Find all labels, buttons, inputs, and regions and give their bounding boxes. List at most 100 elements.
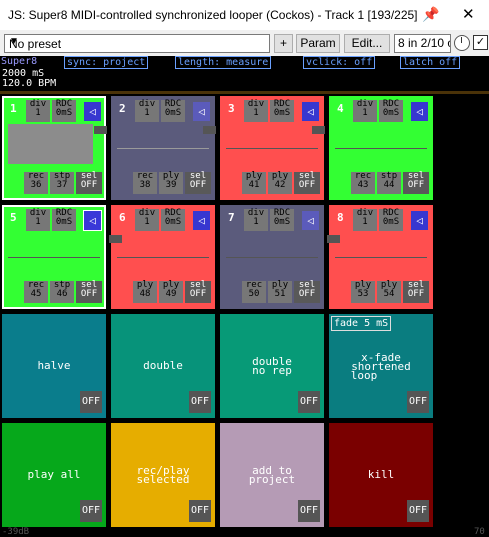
double-no-rep-button[interactable]: double no rep OFF: [220, 314, 324, 418]
track-4-pad[interactable]: 4 div 1 RDC 0mS ◁ rec 43 stp 44 sel OFF: [329, 96, 433, 200]
rec-note[interactable]: rec 43: [351, 172, 375, 194]
speaker-icon[interactable]: ◁: [193, 211, 210, 230]
play-note[interactable]: ply 54: [377, 281, 401, 303]
div-control[interactable]: div 1: [135, 100, 159, 122]
track-2-pad[interactable]: 2 div 1 RDC 0mS ◁ rec 38 ply 39 sel OFF: [111, 96, 216, 200]
double-no-rep-off-toggle[interactable]: OFF: [298, 391, 320, 413]
double-button[interactable]: double OFF: [111, 314, 215, 418]
pin-icon[interactable]: 📌: [422, 6, 439, 23]
io-routing-button[interactable]: 8 in 2/10 out: [394, 34, 451, 53]
rdc-control[interactable]: RDC 0mS: [52, 100, 76, 122]
waveform: [117, 257, 209, 258]
chevron-down-icon: ▼: [9, 36, 19, 47]
track-7-pad[interactable]: 7 div 1 RDC 0mS ◁ rec 50 ply 51 sel OFF: [220, 205, 324, 309]
loop-end-marker[interactable]: [94, 126, 107, 134]
select-toggle[interactable]: sel OFF: [294, 172, 320, 194]
speaker-icon[interactable]: ◁: [411, 211, 428, 230]
rdc-control[interactable]: RDC 0mS: [270, 209, 294, 231]
loop-start-marker[interactable]: [109, 235, 122, 243]
stop-note[interactable]: stp 44: [377, 172, 401, 194]
track-5-pad[interactable]: 5 div 1 RDC 0mS ◁ rec 45 stp 46 sel OFF: [2, 205, 106, 309]
track-number: 6: [119, 211, 126, 224]
preset-dropdown[interactable]: No preset ▼: [4, 34, 270, 53]
play-all-button[interactable]: play all OFF: [2, 423, 106, 527]
select-toggle[interactable]: sel OFF: [76, 281, 102, 303]
div-control[interactable]: div 1: [244, 209, 268, 231]
play-all-off-toggle[interactable]: OFF: [80, 500, 102, 522]
edit-button[interactable]: Edit...: [344, 34, 390, 53]
speaker-icon[interactable]: ◁: [83, 210, 102, 231]
fade-time-field[interactable]: fade 5 mS: [331, 316, 392, 331]
rdc-control[interactable]: RDC 0mS: [379, 209, 403, 231]
rec-play-off-toggle[interactable]: OFF: [189, 500, 211, 522]
select-toggle[interactable]: sel OFF: [185, 172, 211, 194]
play-note[interactable]: ply 53: [351, 281, 375, 303]
stop-note[interactable]: stp 37: [50, 172, 74, 194]
track-6-pad[interactable]: 6 div 1 RDC 0mS ◁ ply 48 ply 49 sel OFF: [109, 205, 215, 309]
div-control[interactable]: div 1: [135, 209, 159, 231]
div-control[interactable]: div 1: [353, 209, 377, 231]
stop-note[interactable]: stp 46: [50, 281, 74, 303]
play-note[interactable]: ply 42: [268, 172, 292, 194]
loop-end-marker[interactable]: [312, 126, 325, 134]
rdc-control[interactable]: RDC 0mS: [270, 100, 294, 122]
bypass-checkbox[interactable]: ✓: [473, 35, 488, 50]
track-8-pad[interactable]: 8 div 1 RDC 0mS ◁ ply 53 ply 54 sel OFF: [327, 205, 433, 309]
select-toggle[interactable]: sel OFF: [185, 281, 211, 303]
loop-end-marker[interactable]: [203, 126, 216, 134]
play-note[interactable]: ply 51: [268, 281, 292, 303]
waveform: [8, 124, 93, 164]
select-toggle[interactable]: sel OFF: [403, 281, 429, 303]
rec-note[interactable]: rec 50: [242, 281, 266, 303]
play-note[interactable]: ply 49: [159, 281, 183, 303]
rec-note[interactable]: rec 38: [133, 172, 157, 194]
close-icon[interactable]: ✕: [462, 5, 475, 23]
halve-button[interactable]: halve OFF: [2, 314, 106, 418]
speaker-icon[interactable]: ◁: [302, 102, 319, 121]
rec-note[interactable]: rec 36: [24, 172, 48, 194]
kill-off-toggle[interactable]: OFF: [407, 500, 429, 522]
div-control[interactable]: div 1: [26, 100, 50, 122]
div-control[interactable]: div 1: [353, 100, 377, 122]
kill-button[interactable]: kill OFF: [329, 423, 433, 527]
speaker-icon[interactable]: ◁: [411, 102, 428, 121]
sync-toggle[interactable]: sync: project: [64, 56, 149, 69]
param-button[interactable]: Param: [296, 34, 340, 53]
latch-toggle[interactable]: latch off: [400, 56, 461, 69]
speaker-icon[interactable]: ◁: [84, 102, 101, 121]
length-toggle[interactable]: length: measure: [175, 56, 272, 69]
loop-start-marker[interactable]: [327, 235, 340, 243]
double-off-toggle[interactable]: OFF: [189, 391, 211, 413]
select-toggle[interactable]: sel OFF: [403, 172, 429, 194]
div-control[interactable]: div 1: [26, 209, 50, 231]
select-toggle[interactable]: sel OFF: [294, 281, 320, 303]
add-to-project-button[interactable]: add to project OFF: [220, 423, 324, 527]
vclick-toggle[interactable]: vclick: off: [303, 56, 376, 69]
add-to-project-off-toggle[interactable]: OFF: [298, 500, 320, 522]
select-toggle[interactable]: sel OFF: [76, 172, 102, 194]
x-fade-button[interactable]: fade 5 mS x-fade shortened loop OFF: [329, 314, 433, 418]
toolbar: No preset ▼ + Param Edit... 8 in 2/10 ou…: [0, 30, 489, 56]
track-1-pad[interactable]: 1 div 1 RDC 0mS ◁ rec 36 stp 37 sel OFF: [2, 96, 107, 200]
speaker-icon[interactable]: ◁: [302, 211, 319, 230]
level-right: 70: [474, 527, 485, 537]
track-3-pad[interactable]: 3 div 1 RDC 0mS ◁ ply 41 ply 42 sel OFF: [220, 96, 325, 200]
div-control[interactable]: div 1: [244, 100, 268, 122]
wet-knob-icon[interactable]: [454, 35, 470, 51]
rec-note[interactable]: rec 45: [24, 281, 48, 303]
speaker-icon[interactable]: ◁: [193, 102, 210, 121]
rdc-control[interactable]: RDC 0mS: [161, 209, 185, 231]
rec-play-selected-button[interactable]: rec/play selected OFF: [111, 423, 215, 527]
waveform: [226, 148, 318, 149]
play-note[interactable]: ply 41: [242, 172, 266, 194]
track-number: 2: [119, 102, 126, 115]
add-preset-button[interactable]: +: [274, 34, 293, 53]
rdc-control[interactable]: RDC 0mS: [379, 100, 403, 122]
halve-off-toggle[interactable]: OFF: [80, 391, 102, 413]
rdc-control[interactable]: RDC 0mS: [52, 209, 76, 231]
tempo-bpm: 120.0 BPM: [2, 78, 57, 89]
x-fade-off-toggle[interactable]: OFF: [407, 391, 429, 413]
play-note[interactable]: ply 39: [159, 172, 183, 194]
rdc-control[interactable]: RDC 0mS: [161, 100, 185, 122]
play-note[interactable]: ply 48: [133, 281, 157, 303]
